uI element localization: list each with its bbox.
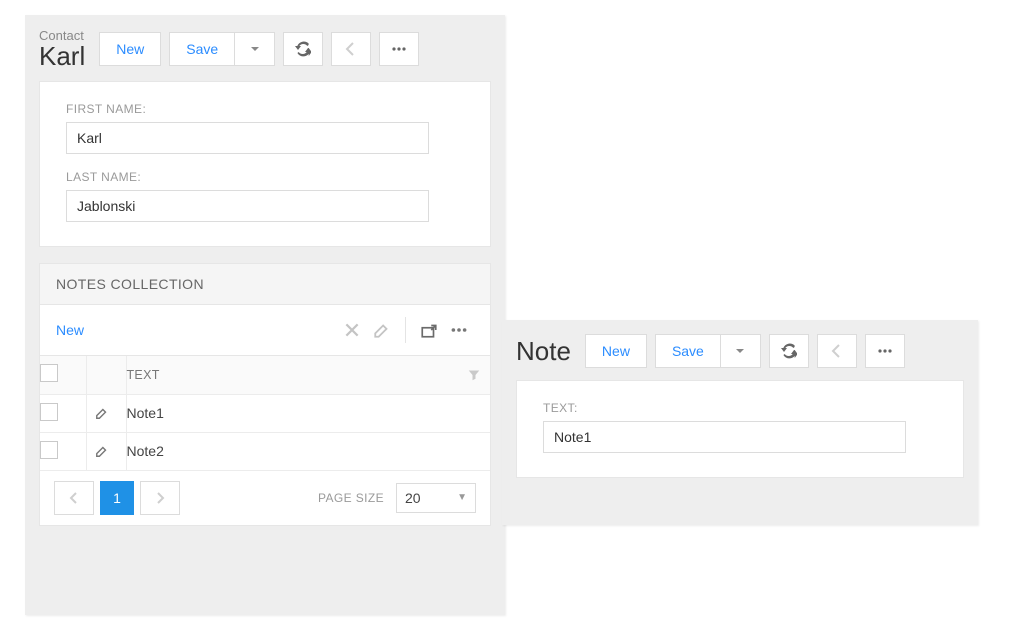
notes-section-header: NOTES COLLECTION bbox=[40, 264, 490, 305]
row-checkbox[interactable] bbox=[40, 441, 58, 459]
close-icon bbox=[343, 321, 361, 339]
note-overflow-button[interactable] bbox=[865, 334, 905, 368]
notes-table: TEXT Note1 bbox=[40, 356, 490, 471]
save-button-group: Save bbox=[169, 32, 275, 66]
first-name-field: FIRST NAME: bbox=[66, 102, 464, 154]
ellipsis-icon bbox=[391, 41, 407, 57]
filter-icon[interactable] bbox=[468, 369, 480, 381]
refresh-button[interactable] bbox=[283, 32, 323, 66]
ellipsis-icon bbox=[450, 321, 468, 339]
chevron-left-icon bbox=[343, 41, 359, 57]
pagesize-value: 20 bbox=[405, 490, 421, 506]
note-text-field: TEXT: bbox=[543, 401, 937, 453]
last-name-field: LAST NAME: bbox=[66, 170, 464, 222]
note-text-label: TEXT: bbox=[543, 401, 937, 415]
table-row[interactable]: Note1 bbox=[40, 394, 490, 432]
note-refresh-button[interactable] bbox=[769, 334, 809, 368]
back-button[interactable] bbox=[331, 32, 371, 66]
text-column-header[interactable]: TEXT bbox=[126, 356, 490, 394]
pager: 1 PAGE SIZE 20 ▼ bbox=[40, 471, 490, 525]
chevron-left-icon bbox=[829, 343, 845, 359]
contact-panel: Contact Karl New Save FIRST NAME: LAST bbox=[25, 15, 505, 615]
pager-next-button[interactable] bbox=[140, 481, 180, 515]
pager-prev-button[interactable] bbox=[54, 481, 94, 515]
contact-toolbar: Contact Karl New Save bbox=[39, 25, 491, 81]
note-title-block: Note bbox=[516, 338, 571, 364]
contact-form-card: FIRST NAME: LAST NAME: bbox=[39, 81, 491, 247]
note-save-group: Save bbox=[655, 334, 761, 368]
refresh-icon bbox=[295, 41, 311, 57]
ellipsis-icon bbox=[877, 343, 893, 359]
note-new-button[interactable]: New bbox=[585, 334, 647, 368]
notes-toolbar: New bbox=[40, 305, 490, 356]
select-all-header[interactable] bbox=[40, 356, 86, 394]
caret-down-icon bbox=[247, 41, 263, 57]
notes-export-button[interactable] bbox=[414, 315, 444, 345]
row-edit-button[interactable] bbox=[87, 436, 117, 466]
text-column-label: TEXT bbox=[127, 368, 160, 382]
row-checkbox[interactable] bbox=[40, 403, 58, 421]
pencil-icon bbox=[95, 406, 109, 420]
last-name-label: LAST NAME: bbox=[66, 170, 464, 184]
save-button[interactable]: Save bbox=[169, 32, 235, 66]
row-edit-button[interactable] bbox=[87, 398, 117, 428]
last-name-input[interactable] bbox=[66, 190, 429, 222]
pagesize-select[interactable]: 20 ▼ bbox=[396, 483, 476, 513]
table-header-row: TEXT bbox=[40, 356, 490, 394]
notes-section: NOTES COLLECTION New bbox=[39, 263, 491, 526]
notes-overflow-button[interactable] bbox=[444, 315, 474, 345]
note-text-input[interactable] bbox=[543, 421, 906, 453]
edit-column-header bbox=[86, 356, 126, 394]
export-icon bbox=[420, 321, 438, 339]
pencil-icon bbox=[373, 321, 391, 339]
note-title: Note bbox=[516, 338, 571, 364]
first-name-label: FIRST NAME: bbox=[66, 102, 464, 116]
overflow-button[interactable] bbox=[379, 32, 419, 66]
chevron-right-icon bbox=[152, 490, 168, 506]
separator bbox=[405, 317, 406, 343]
first-name-input[interactable] bbox=[66, 122, 429, 154]
note-form-card: TEXT: bbox=[516, 380, 964, 478]
notes-new-button[interactable]: New bbox=[56, 322, 84, 338]
notes-delete-button[interactable] bbox=[337, 315, 367, 345]
chevron-left-icon bbox=[66, 490, 82, 506]
note-save-dropdown-button[interactable] bbox=[721, 334, 761, 368]
new-button[interactable]: New bbox=[99, 32, 161, 66]
notes-edit-button[interactable] bbox=[367, 315, 397, 345]
note-save-button[interactable]: Save bbox=[655, 334, 721, 368]
contact-title: Karl bbox=[39, 43, 85, 69]
row-text-cell: Note2 bbox=[126, 432, 490, 470]
pencil-icon bbox=[95, 444, 109, 458]
caret-down-icon bbox=[732, 343, 748, 359]
row-text-cell: Note1 bbox=[126, 394, 490, 432]
note-back-button[interactable] bbox=[817, 334, 857, 368]
pagesize-label: PAGE SIZE bbox=[318, 491, 384, 505]
contact-title-block: Contact Karl bbox=[39, 29, 85, 69]
note-toolbar: Note New Save bbox=[516, 330, 964, 380]
table-row[interactable]: Note2 bbox=[40, 432, 490, 470]
caret-down-icon: ▼ bbox=[457, 492, 467, 503]
refresh-icon bbox=[781, 343, 797, 359]
checkbox-icon bbox=[40, 364, 58, 382]
save-dropdown-button[interactable] bbox=[235, 32, 275, 66]
pager-current-page[interactable]: 1 bbox=[100, 481, 134, 515]
note-panel: Note New Save TEXT: bbox=[502, 320, 978, 525]
